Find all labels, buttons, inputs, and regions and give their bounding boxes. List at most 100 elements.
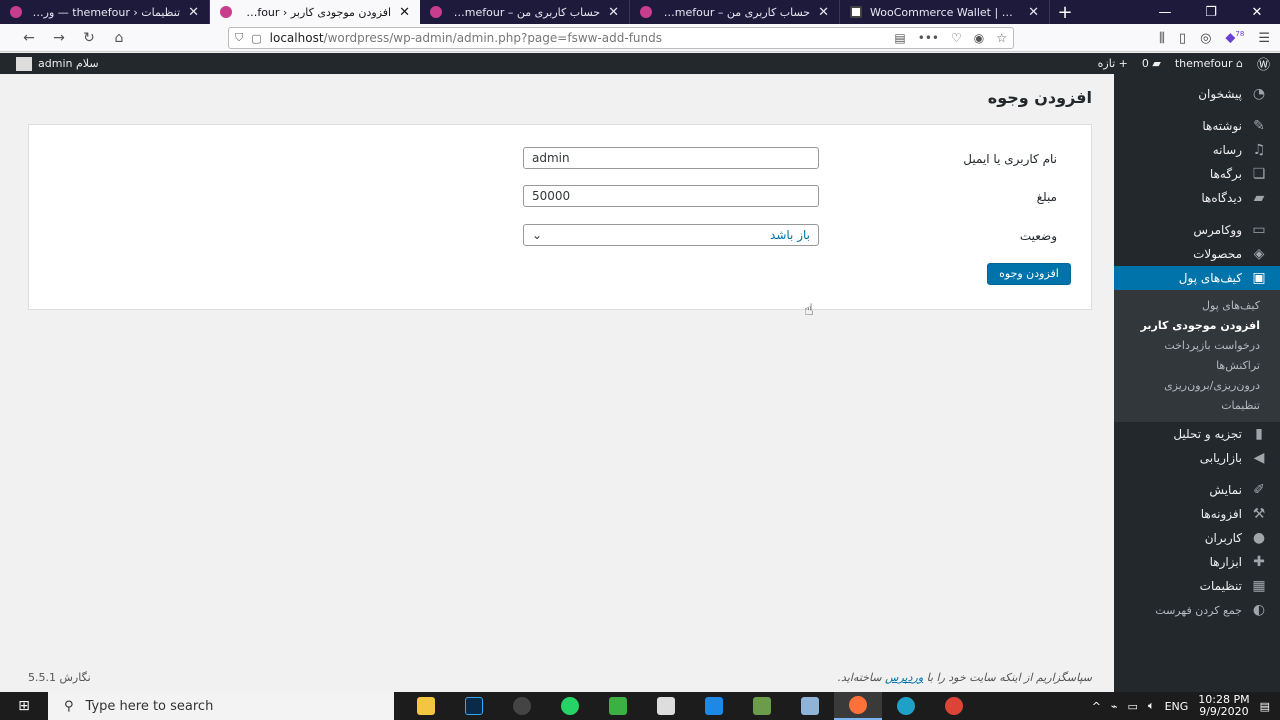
reader-view-icon[interactable]: ▤ [894,31,905,45]
minimize-icon[interactable]: — [1142,0,1188,24]
reload-icon[interactable]: ↻ [74,25,104,51]
browser-tab-4[interactable]: حساب کاربری من – themefour ✕ [630,0,840,24]
submenu-item-refund-requests[interactable]: درخواست بازپرداخت [1114,336,1280,356]
greeting: سلام admin [38,57,99,70]
sidebar-item-wallets[interactable]: ▣ کیف‌های پول [1114,266,1280,290]
wordpress-favicon-icon [430,6,442,18]
status-select[interactable]: ⌄ باز باشد [523,224,819,246]
submenu-item-settings[interactable]: تنظیمات [1114,396,1280,416]
browser-tab-3[interactable]: حساب کاربری من – themefour ✕ [420,0,630,24]
account-icon[interactable]: ◎ [1200,31,1211,46]
bookmark-star-icon[interactable]: ☆ [996,31,1007,45]
wordpress-logo-icon[interactable]: Ⓦ [1257,54,1270,73]
notepad-icon[interactable] [786,692,834,720]
language-indicator[interactable]: ENG [1165,700,1189,713]
forward-arrow-icon[interactable]: → [44,25,74,51]
browser-tab-1[interactable]: تنظیمات ‹ themefour — وردپرس ✕ [0,0,210,24]
wordpress-link[interactable]: وردپرس [885,671,923,684]
sidebar-item-woocommerce[interactable]: ▭ ووکامرس [1114,218,1280,242]
chrome-icon[interactable] [930,692,978,720]
hamburger-menu-icon[interactable]: ☰ [1258,31,1270,46]
comments-icon: ▰ [1253,190,1265,206]
url-bar[interactable]: ⛉ ▢ localhost/wordpress/wp-admin/admin.p… [228,27,1014,49]
sidebar-toggle-icon[interactable]: ▯ [1179,31,1186,46]
plugins-icon: ⚒ [1252,506,1266,522]
taskbar-search[interactable]: ⚲ Type here to search [48,692,394,720]
page-info-icon[interactable]: ▢ [251,32,261,45]
volume-icon[interactable]: 🔈︎ [1148,699,1155,713]
battery-icon[interactable]: ▭ [1128,700,1138,713]
extension-badge-icon[interactable]: ◆78 [1225,30,1244,45]
vscode-icon[interactable] [690,692,738,720]
new-content-link[interactable]: + تازه [1098,57,1128,70]
close-window-icon[interactable]: ✕ [1234,0,1280,24]
sidebar-item-tools[interactable]: ✚ ابزارها [1114,550,1280,574]
user-input[interactable]: admin [523,147,819,169]
clock[interactable]: 10:28 PM 9/9/2020 [1198,694,1249,718]
back-arrow-icon[interactable]: ← [14,25,44,51]
tools-icon: ✚ [1253,554,1265,570]
sidebar-item-comments[interactable]: ▰ دیدگاه‌ها [1114,186,1280,210]
sidebar-item-appearance[interactable]: ✐ نمایش [1114,478,1280,502]
sidebar-item-media[interactable]: ♫ رسانه [1114,138,1280,162]
sidebar-item-plugins[interactable]: ⚒ افزونه‌ها [1114,502,1280,526]
close-icon[interactable]: ✕ [1028,5,1039,20]
new-tab-button[interactable]: + [1050,0,1080,24]
close-icon[interactable]: ✕ [608,5,619,20]
windows-taskbar: ⊞ ⚲ Type here to search ^ ⌁ ▭ 🔈︎ ENG 10:… [0,692,1280,720]
status-selected-value: باز باشد [770,228,810,242]
user-account-link[interactable]: سلام admin [16,53,99,74]
sidebar-item-users[interactable]: ● کاربران [1114,526,1280,550]
extension-icon[interactable]: ◉ [974,31,984,45]
home-icon[interactable]: ⌂ [104,25,134,51]
submenu-item-import-export[interactable]: درون‌ریزی/برون‌ریزی [1114,376,1280,396]
chevron-up-icon[interactable]: ^ [1092,700,1101,713]
photoshop-icon[interactable] [450,692,498,720]
camera-app-icon[interactable] [642,692,690,720]
page-actions-icon[interactable]: ••• [918,31,939,45]
sidebar-item-pages[interactable]: ❏ برگه‌ها [1114,162,1280,186]
pocket-icon[interactable]: ♡ [951,31,962,45]
products-icon: ◈ [1253,246,1265,262]
amount-input[interactable]: 50000 [523,185,819,207]
davinci-icon[interactable] [498,692,546,720]
notifications-icon[interactable]: ▤ [1260,700,1270,713]
network-icon[interactable]: ⌁ [1111,700,1118,713]
wordpress-favicon-icon [10,6,22,18]
doc-favicon-icon [850,6,862,18]
edge-icon[interactable] [882,692,930,720]
sidebar-item-marketing[interactable]: ◀ بازاریابی [1114,446,1280,470]
collapse-menu-button[interactable]: ◐ جمع کردن فهرست [1114,598,1280,622]
sidebar-item-analytics[interactable]: ▮ تجزیه و تحلیل [1114,422,1280,446]
file-explorer-icon[interactable] [402,692,450,720]
woo-icon: ▭ [1252,222,1266,238]
image-app-icon[interactable] [738,692,786,720]
wallets-submenu: کیف‌های پول افزودن موجودی کاربر درخواست … [1114,290,1280,422]
app-green-icon[interactable] [594,692,642,720]
comments-link[interactable]: ▰ 0 [1142,57,1161,70]
status-label: وضعیت [1019,229,1057,243]
sidebar-item-posts[interactable]: ✎ نوشته‌ها [1114,114,1280,138]
home-icon: ⌂ [1236,57,1243,70]
plus-icon: + [1118,57,1128,70]
add-funds-button[interactable]: افزودن وجوه [987,263,1071,285]
submenu-item-wallets[interactable]: کیف‌های پول [1114,296,1280,316]
sidebar-item-products[interactable]: ◈ محصولات [1114,242,1280,266]
submenu-item-add-funds[interactable]: افزودن موجودی کاربر [1114,316,1280,336]
browser-tab-2[interactable]: افزودن موجودی کاربر ‹ themefour ✕ [210,0,420,24]
maximize-icon[interactable]: ❐ [1188,0,1234,24]
firefox-icon[interactable] [834,692,882,720]
whatsapp-icon[interactable] [546,692,594,720]
close-icon[interactable]: ✕ [818,5,829,20]
collapse-icon: ◐ [1252,602,1266,618]
browser-tab-strip: تنظیمات ‹ themefour — وردپرس ✕ افزودن مو… [0,0,1280,24]
library-icon[interactable]: ⫼ [1159,31,1165,46]
submenu-item-transactions[interactable]: تراکنش‌ها [1114,356,1280,376]
windows-start-icon[interactable]: ⊞ [0,692,48,720]
sidebar-item-settings[interactable]: ▦ تنظیمات [1114,574,1280,598]
close-icon[interactable]: ✕ [188,5,199,20]
close-icon[interactable]: ✕ [399,5,410,20]
site-home-link[interactable]: ⌂ themefour [1175,57,1243,70]
sidebar-item-dashboard[interactable]: ◔ پیشخوان [1114,82,1280,106]
browser-tab-5[interactable]: WooCommerce Wallet | Doc ✕ [840,0,1050,24]
